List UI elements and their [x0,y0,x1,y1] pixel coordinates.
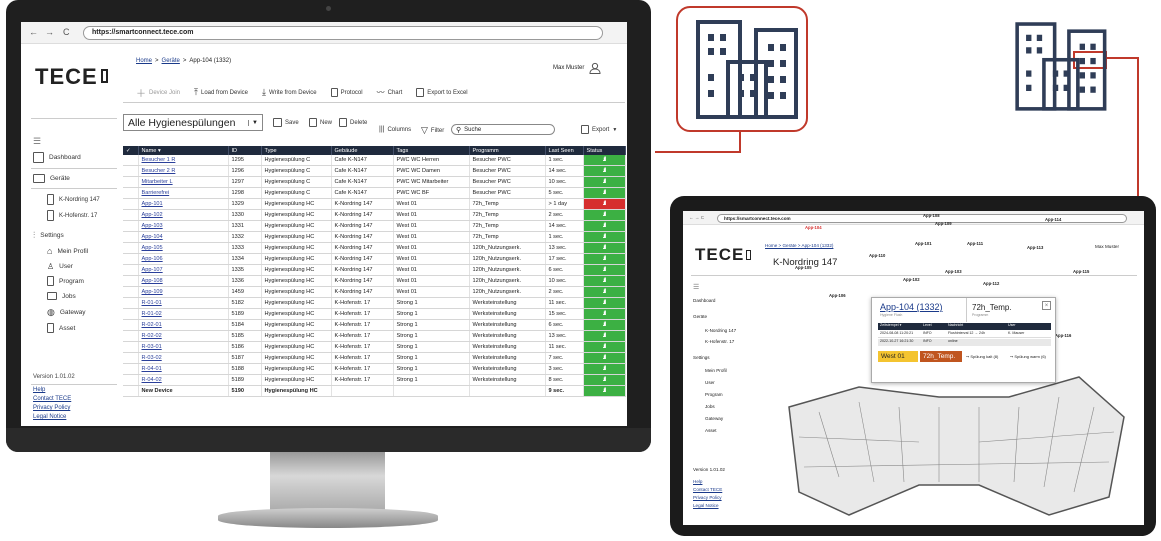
tablet-sidebar-user[interactable]: User [705,380,715,385]
flush-cold-button[interactable]: ⤳ Spülung kalt (8) [966,354,998,359]
log-col-message: Nachricht [948,323,964,327]
tablet-legal-link[interactable]: Legal Notice [693,503,719,508]
log-col-user: User [1008,323,1016,327]
log-user: K. Mauser [1008,331,1025,335]
tablet-nav-icons[interactable]: ← → C [689,215,704,220]
tablet-user-name[interactable]: Max Muster [1095,244,1119,249]
log-time: 2022-10-27 16:21:30 [880,339,914,343]
popup-device-sub: Hygiene Flush [880,313,903,317]
app-marker[interactable]: App-101 [915,241,932,246]
tablet-sidebar-profile[interactable]: Mein Profil [705,368,727,373]
app-marker[interactable]: App-103 [945,269,962,274]
tablet-hamburger-icon[interactable]: ☰ [693,283,699,291]
tablet-sidebar-asset[interactable]: Asset [705,428,717,433]
tablet-sidebar-settings[interactable]: Settings [693,355,710,360]
flush-warm-button[interactable]: ⤳ Spülung warm (6) [1010,354,1046,359]
app-marker[interactable]: App-110 [869,253,885,258]
popup-device-name[interactable]: App-104 (1332) [880,302,943,312]
tablet-address-bar[interactable]: https://smartconnect.tece.com [717,214,1127,223]
tablet-tece-logo: TECE [695,245,752,265]
close-icon[interactable]: × [1042,301,1051,310]
log-message: Flushinterval 12 → 24h [948,331,985,335]
log-row: 2024-08-08 11:20:21 INFO Flushinterval 1… [878,331,1051,338]
tablet-breadcrumb[interactable]: Home > Geräte > App-104 (1332) [765,243,833,248]
popup-tag-badge: West 01 [878,351,918,362]
app-marker[interactable]: App-109 [935,221,952,226]
tablet-browser-toolbar: ← → C https://smartconnect.tece.com [683,211,1144,225]
log-level: INFO [923,331,932,335]
popup-program: 72h_Temp. [972,303,1012,312]
app-marker[interactable]: App-112 [983,281,999,286]
popup-divider [966,298,967,322]
app-marker[interactable]: App-114 [1045,217,1061,222]
app-marker[interactable]: App-104 [805,225,822,230]
tablet-sidebar-site-2[interactable]: K-Hofenstr. 17 [705,339,734,344]
app-marker[interactable]: App-105 [795,265,812,270]
app-marker[interactable]: App-113 [1027,245,1043,250]
popup-log-header: Zeitstempel ▾ Level Nachricht User [878,323,1051,330]
log-row: 2022-10-27 16:21:30 INFO online [878,339,1051,346]
app-marker[interactable]: App-106 [829,293,846,298]
log-level: INFO [923,339,932,343]
tablet-sidebar-jobs[interactable]: Jobs [705,404,715,409]
popup-program-badge: 72h_Temp. [920,351,962,362]
log-col-time: Zeitstempel ▾ [880,323,902,327]
tablet-divider [691,275,1137,276]
tablet-contact-link[interactable]: Contact TECE [693,487,722,492]
log-time: 2024-08-08 11:20:21 [880,331,914,335]
tablet-sidebar-site-1[interactable]: K-Nordring 147 [705,328,736,333]
log-message: online [948,339,958,343]
flush-cold-label: Spülung kalt (8) [970,354,999,359]
tablet-help-link[interactable]: Help [693,479,702,484]
app-marker[interactable]: App-102 [903,277,920,282]
tablet-sidebar-dashboard[interactable]: Dashboard [693,298,715,303]
app-marker[interactable]: App-111 [967,241,983,246]
tablet-sidebar-devices[interactable]: Geräte [693,314,707,319]
app-marker[interactable]: App-115 [1073,269,1089,274]
tablet-privacy-link[interactable]: Privacy Policy [693,495,722,500]
flush-warm-label: Spülung warm (6) [1014,354,1046,359]
device-popup: App-104 (1332) Hygiene Flush 72h_Temp. P… [871,297,1056,383]
buildings-icon [696,20,798,119]
floor-plan[interactable] [779,367,1129,517]
app-marker[interactable]: App-108 [923,213,940,218]
tablet-sidebar-program[interactable]: Program [705,392,723,397]
popup-program-sub: Programm [972,313,989,317]
tablet-sidebar-gateway[interactable]: Gateway [705,416,723,421]
buildings-icon-small [1015,22,1107,111]
tablet-version: Version 1.01.02 [693,467,725,472]
log-col-level: Level [923,323,932,327]
app-marker[interactable]: App-116 [1055,333,1071,338]
tablet-screen: ← → C https://smartconnect.tece.com TECE… [683,211,1144,525]
